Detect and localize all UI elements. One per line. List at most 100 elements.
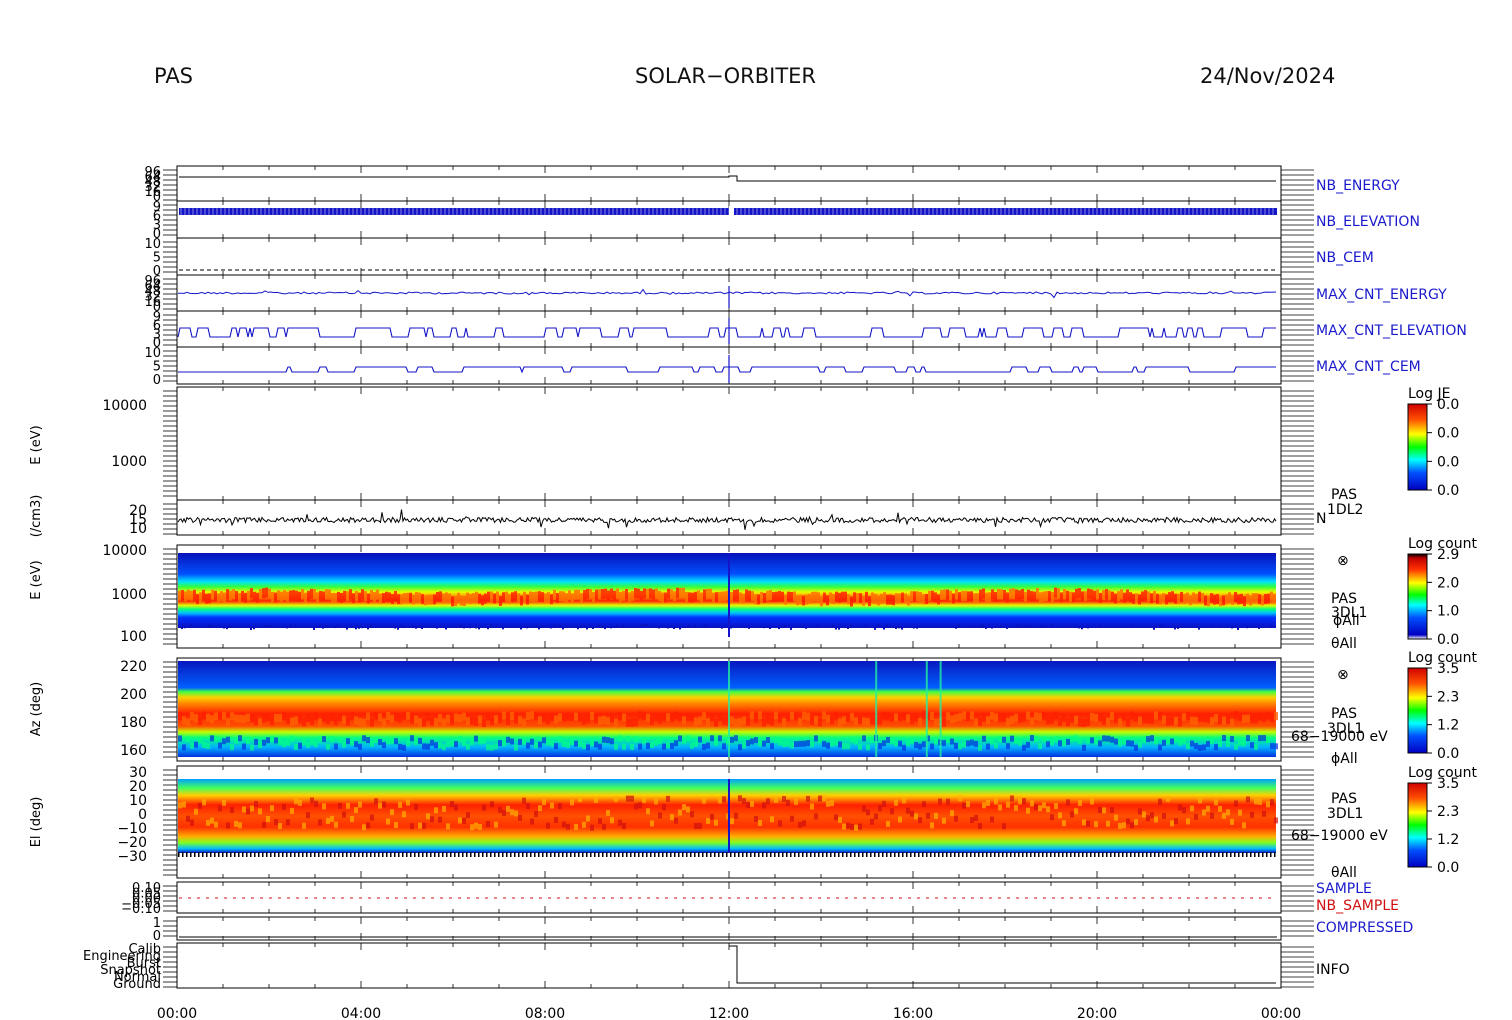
elevation-fringe [1242,852,1244,857]
energy-spectrogram-peak [1006,592,1009,603]
elevation-fringe [426,852,428,857]
header-date: 24/Nov/2024 [1200,64,1335,88]
energy-spectrogram-speck [862,625,864,628]
azimuth-band [1026,711,1030,720]
azimuth-low [882,740,886,747]
elevation-blob [1018,798,1022,805]
elevation-fringe [578,852,580,857]
elevation-blob [1034,804,1038,811]
azimuth-band [870,716,874,725]
elevation-blob [182,801,186,808]
azimuth-band [646,713,650,722]
azimuth-band [810,716,814,725]
energy-spectrogram-peak [673,591,676,602]
energy-spectrogram-speck [604,627,606,630]
elevation-fringe [830,852,832,857]
nb-sample-label: NB_SAMPLE [1316,898,1399,914]
azimuth-low [598,743,602,750]
elevation-fringe [1110,852,1112,857]
azimuth-band [526,712,530,721]
energy-spectrogram-peak [541,592,544,603]
energy-spectrogram-peak [817,592,820,603]
azimuth-band [718,712,722,721]
elevation-fringe [546,852,548,857]
energy-spectrogram-peak [1219,596,1222,607]
elevation-blob [186,815,190,822]
elevation-fringe [1010,852,1012,857]
elevation-fringe [318,852,320,857]
azimuth-low [1170,738,1174,745]
azimuth-low [778,739,782,746]
elevation-fringe [1166,852,1168,857]
azimuth-band [386,711,390,720]
energy-spectrogram-peak [574,589,577,600]
azimuth-colorbar-tick-label: 0.0 [1437,746,1459,762]
elevation-fringe [378,852,380,857]
elevation-blob [634,803,638,810]
elevation-blob [454,804,458,811]
energy-spectrogram-speck [487,627,489,630]
azimuth-low [626,735,630,742]
energy-spectrogram-speck [541,625,543,628]
azimuth-low [1238,740,1242,747]
elevation-blob [1102,807,1106,814]
elevation-blob [566,823,570,830]
azimuth-low [902,744,906,751]
elevation-fringe [422,852,424,857]
elevation-blob [430,816,434,823]
energy-spectrogram-peak [1012,588,1015,599]
azimuth-low [1010,735,1014,742]
energy-spectrogram-peak [715,592,718,603]
energy-spectrogram-speck [469,626,471,629]
elevation-fringe [242,852,244,857]
nb_elevation-label: NB_ELEVATION [1316,214,1420,230]
elevation-blob [1130,822,1134,829]
density-tick-label: 10 [129,521,147,537]
elevation-blob [1162,812,1166,819]
energy-spectrogram-peak [427,594,430,605]
energy-spectrogram-peak [838,592,841,603]
azimuth-band [534,711,538,720]
azimuth-band [798,718,802,727]
energy-spectrogram-peak [661,592,664,603]
azimuth-low [242,743,246,750]
azimuth-band [1250,715,1254,724]
energy-spectrogram-speck [973,625,975,628]
azimuth-low [834,739,838,746]
azimuth-band [302,718,306,727]
elevation-fringe [442,852,444,857]
energy-spectrogram-peak [1105,589,1108,600]
energy-spectrogram-peak [604,588,607,599]
azimuth-band [918,718,922,727]
azimuth-low [1090,737,1094,744]
azimuth-low [398,743,402,750]
energy-spectrogram-peak [247,590,250,601]
azimuth-low [202,742,206,749]
energy-spectrogram-speck [1270,625,1272,628]
elevation-blob [222,799,226,806]
elevation-blob [602,823,606,830]
azimuth-low [270,735,274,742]
azimuth-low [642,737,646,744]
azimuth-low [694,740,698,747]
energy-spectrogram-peak [271,591,274,602]
energy-spectrogram-peak [685,591,688,602]
azimuth-low [1078,738,1082,745]
azimuth-band [1150,716,1154,725]
energy-spectrogram-speck [361,626,363,629]
energy-spectrogram-speck [1210,624,1212,627]
azimuth-low [750,738,754,745]
energy-spectrogram-peak [514,591,517,602]
elevation-blob [1218,805,1222,812]
elevation-fringe [1130,852,1132,857]
elevation-fringe [538,852,540,857]
azimuth-band [406,711,410,720]
elevation-blob [514,810,518,817]
elevation-blob [858,823,862,830]
azimuth-band [758,711,762,720]
azimuth-low [1226,740,1230,747]
elevation-fringe [1202,852,1204,857]
azimuth-low [1030,735,1034,742]
elevation-fringe [530,852,532,857]
energy_spectrogram-colorbar-tick-label: 1.0 [1437,604,1459,620]
